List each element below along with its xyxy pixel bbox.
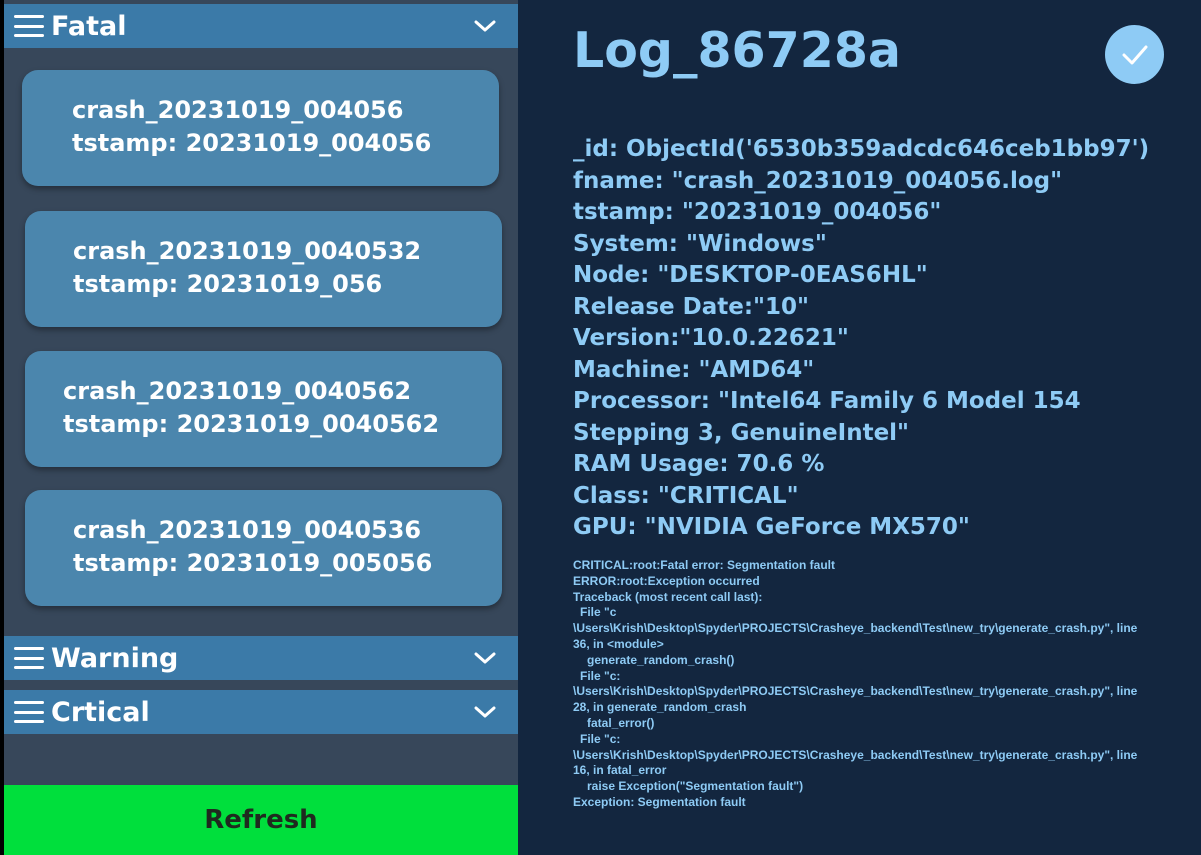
traceback-line: ERROR:root:Exception occurred — [573, 573, 760, 588]
section-header-warning[interactable]: Warning — [4, 636, 518, 680]
chevron-down-icon[interactable] — [474, 651, 496, 665]
traceback-line: CRITICAL:root:Fatal error: Segmentation … — [573, 558, 836, 572]
refresh-button[interactable]: Refresh — [4, 785, 518, 855]
log-card-name: crash_20231019_004056 — [72, 96, 404, 124]
detail-class: Class: "CRITICAL" — [573, 482, 799, 509]
section-title-warning: Warning — [51, 642, 179, 674]
log-details: _id: ObjectId('6530b359adcdc646ceb1bb97'… — [573, 134, 1193, 544]
chevron-down-icon[interactable] — [474, 19, 496, 33]
traceback-line: File "c: — [580, 668, 621, 683]
detail-id: _id: ObjectId('6530b359adcdc646ceb1bb97'… — [573, 136, 1150, 162]
detail-tstamp: tstamp: "20231019_004056" — [573, 199, 942, 225]
traceback-line: \Users\Krish\Desktop\Spyder\PROJECTS\Cra… — [573, 747, 1138, 762]
traceback-line: 16, in fatal_error — [573, 763, 667, 778]
detail-ram-usage: RAM Usage: 70.6 % — [573, 451, 825, 477]
traceback-text: CRITICAL:root:Fatal error: Segmentation … — [573, 558, 1193, 811]
hamburger-icon — [14, 701, 44, 723]
hamburger-icon — [14, 647, 44, 669]
traceback-line: Exception: Segmentation fault — [573, 794, 746, 809]
detail-node: Node: "DESKTOP-0EAS6HL" — [573, 262, 928, 288]
section-header-critical[interactable]: Crtical — [4, 690, 518, 734]
log-card-name: crash_20231019_0040562 — [63, 377, 412, 405]
log-card[interactable]: crash_20231019_004056 tstamp: 20231019_0… — [22, 70, 499, 186]
log-card-tstamp: tstamp: 20231019_056 — [73, 270, 383, 298]
log-card[interactable]: crash_20231019_0040536 tstamp: 20231019_… — [25, 490, 502, 606]
chevron-down-icon[interactable] — [474, 705, 496, 719]
traceback-line: \Users\Krish\Desktop\Spyder\PROJECTS\Cra… — [573, 621, 1138, 636]
detail-gpu: GPU: "NVIDIA GeForce MX570" — [573, 514, 970, 540]
detail-processor: Processor: "Intel64 Family 6 Model 154 — [573, 388, 1081, 414]
log-card[interactable]: crash_20231019_0040532 tstamp: 20231019_… — [25, 211, 502, 327]
hamburger-icon — [14, 15, 44, 37]
section-title-critical: Crtical — [51, 696, 150, 728]
traceback-line: Traceback (most recent call last): — [573, 589, 763, 604]
log-card-tstamp: tstamp: 20231019_0040562 — [63, 410, 440, 438]
log-card-tstamp: tstamp: 20231019_004056 — [72, 129, 432, 157]
log-card-name: crash_20231019_0040536 — [73, 516, 422, 544]
log-detail-panel: Log_86728a _id: ObjectId('6530b359adcdc6… — [518, 0, 1201, 855]
traceback-line: raise Exception("Segmentation fault") — [587, 779, 804, 794]
checkmark-icon — [1122, 45, 1147, 64]
traceback-line: 36, in <module> — [573, 636, 664, 651]
traceback-line: \Users\Krish\Desktop\Spyder\PROJECTS\Cra… — [573, 684, 1138, 699]
log-list-panel: Fatal crash_20231019_004056 tstamp: 2023… — [4, 0, 518, 855]
detail-release-date: Release Date:"10" — [573, 293, 809, 320]
detail-processor-cont: Stepping 3, GenuineIntel" — [573, 419, 910, 446]
resolve-button[interactable] — [1105, 25, 1164, 84]
section-title-fatal: Fatal — [51, 10, 127, 42]
log-title: Log_86728a — [573, 22, 901, 79]
traceback-line: fatal_error() — [587, 715, 655, 730]
detail-machine: Machine: "AMD64" — [573, 356, 815, 383]
traceback-line: generate_random_crash() — [587, 652, 735, 667]
detail-version: Version:"10.0.22621" — [573, 325, 849, 351]
traceback-line: File "c: — [580, 731, 621, 746]
section-header-fatal[interactable]: Fatal — [4, 4, 518, 48]
log-card-tstamp: tstamp: 20231019_005056 — [73, 549, 433, 577]
detail-system: System: "Windows" — [573, 230, 827, 257]
detail-fname: fname: "crash_20231019_004056.log" — [573, 167, 1063, 194]
traceback-line: File "c — [580, 605, 617, 620]
traceback-line: 28, in generate_random_crash — [573, 700, 747, 715]
log-card[interactable]: crash_20231019_0040562 tstamp: 20231019_… — [25, 351, 502, 467]
log-card-name: crash_20231019_0040532 — [73, 237, 422, 265]
